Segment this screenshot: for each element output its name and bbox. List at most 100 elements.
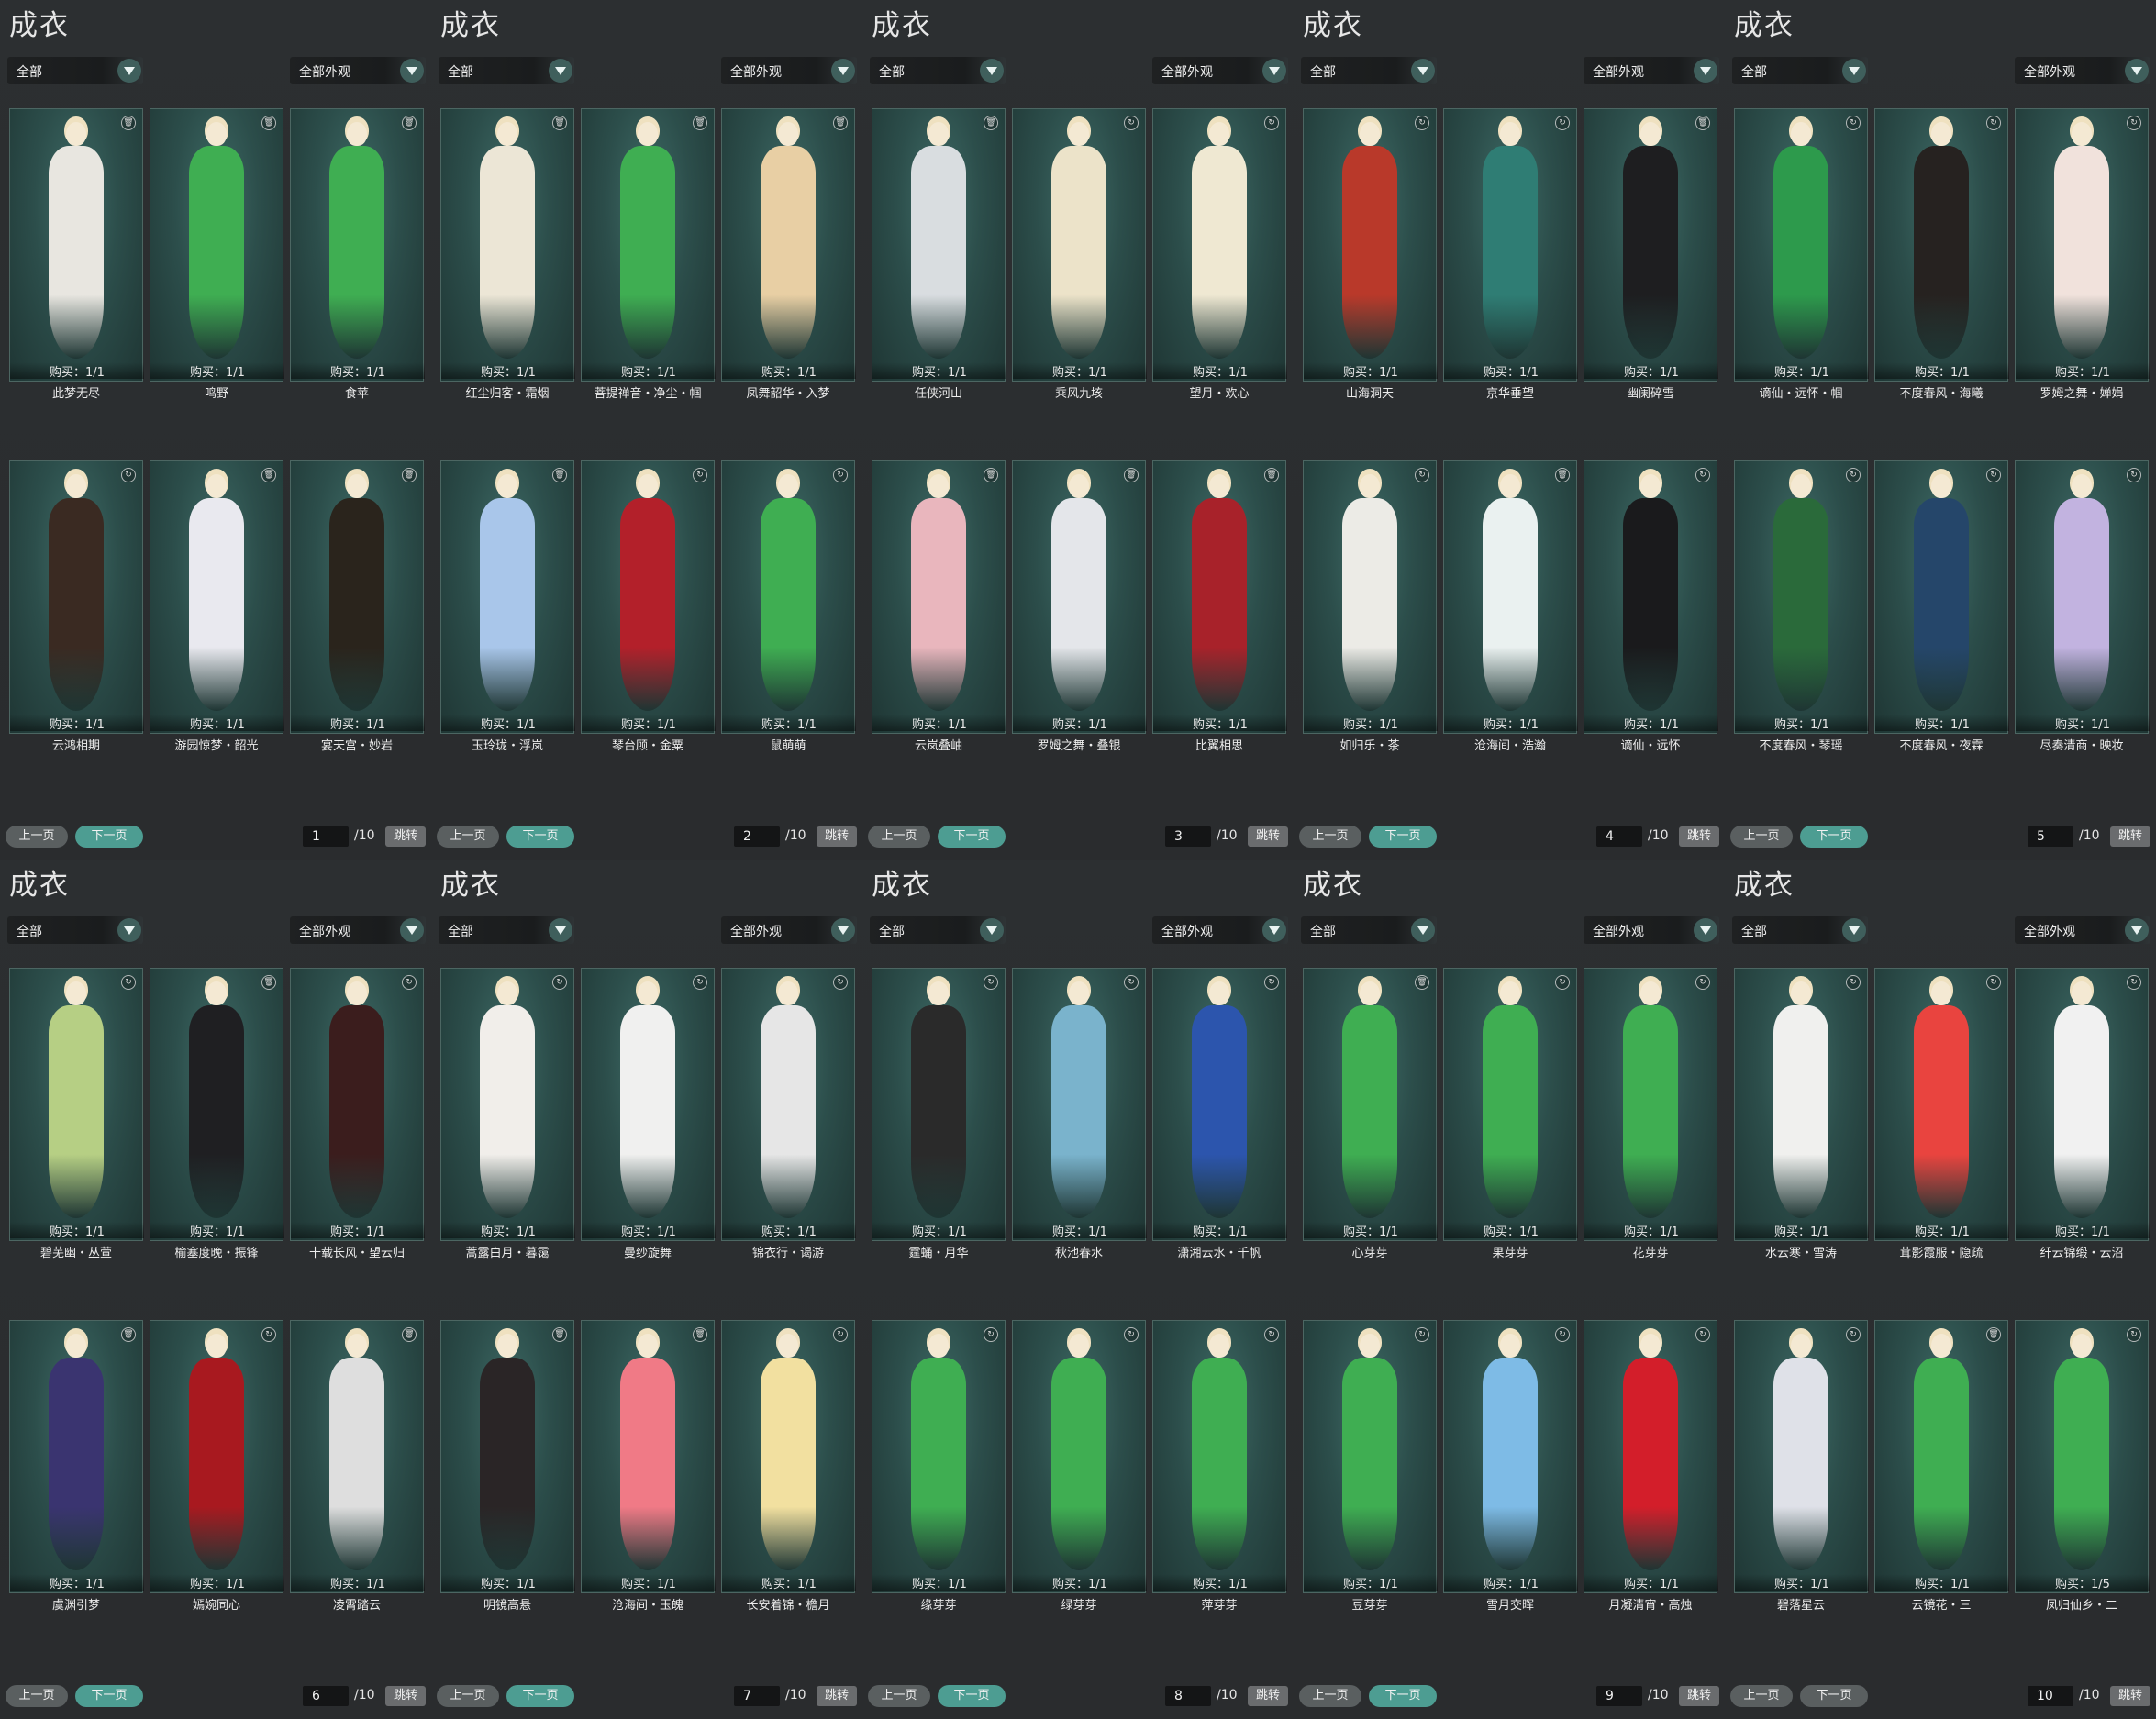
next-page-button[interactable]: 下一页 — [938, 826, 1006, 848]
refresh-icon[interactable]: ↻ — [2127, 1327, 2141, 1342]
page-number-input[interactable]: 4 — [1596, 826, 1642, 847]
refresh-icon[interactable]: ↻ — [1124, 1327, 1139, 1342]
category-dropdown[interactable]: 全部 — [7, 916, 143, 944]
trash-icon[interactable]: 🗑 — [984, 468, 998, 482]
page-number-input[interactable]: 7 — [734, 1686, 780, 1706]
outfit-card[interactable]: ↻ 购买：1/1 绿芽芽 — [1012, 1320, 1147, 1613]
refresh-icon[interactable]: ↻ — [1264, 116, 1279, 130]
outfit-thumbnail[interactable]: 🗑 购买：1/1 — [1152, 460, 1287, 734]
jump-button[interactable]: 跳转 — [2110, 826, 2150, 847]
refresh-icon[interactable]: ↻ — [833, 468, 848, 482]
refresh-icon[interactable]: ↻ — [1124, 116, 1139, 130]
chevron-down-icon[interactable] — [980, 918, 1004, 942]
outfit-card[interactable]: ↻ 购买：1/1 茸影霞服・隐疏 — [1874, 968, 2009, 1260]
refresh-icon[interactable]: ↻ — [833, 975, 848, 990]
category-dropdown[interactable]: 全部 — [870, 916, 1006, 944]
prev-page-button[interactable]: 上一页 — [868, 826, 930, 848]
refresh-icon[interactable]: ↻ — [1264, 975, 1279, 990]
chevron-down-icon[interactable] — [117, 59, 141, 83]
outfit-thumbnail[interactable]: ↻ 购买：1/1 — [872, 1320, 1006, 1593]
page-number-input[interactable]: 10 — [2028, 1686, 2073, 1706]
prev-page-button[interactable]: 上一页 — [868, 1685, 930, 1707]
outfit-thumbnail[interactable]: ↻ 购买：1/1 — [721, 968, 856, 1241]
outfit-card[interactable]: 🗑 购买：1/1 比翼相思 — [1152, 460, 1287, 753]
category-dropdown[interactable]: 全部 — [1732, 916, 1868, 944]
prev-page-button[interactable]: 上一页 — [6, 826, 68, 848]
outfit-card[interactable]: ↻ 购买：1/1 豆芽芽 — [1303, 1320, 1438, 1613]
chevron-down-icon[interactable] — [1262, 918, 1286, 942]
prev-page-button[interactable]: 上一页 — [1299, 1685, 1361, 1707]
trash-icon[interactable]: 🗑 — [833, 116, 848, 130]
outfit-card[interactable]: ↻ 购买：1/1 萍芽芽 — [1152, 1320, 1287, 1613]
outfit-card[interactable]: ↻ 购买：1/1 京华垂望 — [1443, 108, 1578, 401]
chevron-down-icon[interactable] — [549, 918, 572, 942]
chevron-down-icon[interactable] — [1411, 59, 1435, 83]
outfit-card[interactable]: 🗑 购买：1/1 幽阑碎雪 — [1584, 108, 1718, 401]
outfit-card[interactable]: 🗑 购买：1/1 宴天宫・妙岩 — [290, 460, 425, 753]
next-page-button[interactable]: 下一页 — [938, 1685, 1006, 1707]
trash-icon[interactable]: 🗑 — [261, 468, 276, 482]
outfit-card[interactable]: ↻ 购买：1/1 缘芽芽 — [872, 1320, 1006, 1613]
outfit-thumbnail[interactable]: ↻ 购买：1/1 — [1874, 108, 2009, 382]
prev-page-button[interactable]: 上一页 — [1299, 826, 1361, 848]
outfit-thumbnail[interactable]: ↻ 购买：1/1 — [721, 460, 856, 734]
outfit-card[interactable]: ↻ 购买：1/1 山海洞天 — [1303, 108, 1438, 401]
refresh-icon[interactable]: ↻ — [1986, 975, 2001, 990]
outfit-card[interactable]: 🗑 购买：1/1 虞渊引梦 — [9, 1320, 144, 1613]
outfit-card[interactable]: ↻ 购买：1/1 谪仙・远怀・帼 — [1734, 108, 1869, 401]
outfit-thumbnail[interactable]: ↻ 购买：1/1 — [1734, 108, 1869, 382]
refresh-icon[interactable]: ↻ — [1264, 1327, 1279, 1342]
outfit-thumbnail[interactable]: ↻ 购买：1/1 — [440, 968, 575, 1241]
refresh-icon[interactable]: ↻ — [693, 975, 707, 990]
trash-icon[interactable]: 🗑 — [261, 975, 276, 990]
outfit-thumbnail[interactable]: ↻ 购买：1/1 — [1734, 460, 1869, 734]
next-page-button[interactable]: 下一页 — [1800, 1685, 1868, 1707]
outfit-thumbnail[interactable]: ↻ 购买：1/1 — [581, 968, 716, 1241]
outfit-thumbnail[interactable]: ↻ 购买：1/1 — [1152, 1320, 1287, 1593]
outfit-thumbnail[interactable]: 🗑 购买：1/1 — [1443, 460, 1578, 734]
refresh-icon[interactable]: ↻ — [1986, 116, 2001, 130]
prev-page-button[interactable]: 上一页 — [437, 1685, 499, 1707]
outfit-card[interactable]: ↻ 购买：1/1 如归乐・茶 — [1303, 460, 1438, 753]
outfit-thumbnail[interactable]: ↻ 购买：1/1 — [721, 1320, 856, 1593]
chevron-down-icon[interactable] — [1694, 59, 1717, 83]
outfit-thumbnail[interactable]: ↻ 购买：1/1 — [1874, 968, 2009, 1241]
appearance-dropdown[interactable]: 全部外观 — [2015, 916, 2150, 944]
outfit-card[interactable]: 🗑 购买：1/1 鸣野 — [150, 108, 284, 401]
chevron-down-icon[interactable] — [400, 59, 424, 83]
page-number-input[interactable]: 3 — [1165, 826, 1211, 847]
trash-icon[interactable]: 🗑 — [402, 1327, 417, 1342]
outfit-card[interactable]: 🗑 购买：1/1 沧海间・玉魄 — [581, 1320, 716, 1613]
appearance-dropdown[interactable]: 全部外观 — [1152, 57, 1288, 84]
prev-page-button[interactable]: 上一页 — [6, 1685, 68, 1707]
outfit-thumbnail[interactable]: 🗑 购买：1/1 — [1012, 460, 1147, 734]
outfit-thumbnail[interactable]: 🗑 购买：1/1 — [721, 108, 856, 382]
refresh-icon[interactable]: ↻ — [1415, 116, 1429, 130]
next-page-button[interactable]: 下一页 — [506, 1685, 574, 1707]
outfit-thumbnail[interactable]: ↻ 购买：1/1 — [1584, 968, 1718, 1241]
appearance-dropdown[interactable]: 全部外观 — [1584, 916, 1719, 944]
outfit-thumbnail[interactable]: 🗑 购买：1/1 — [150, 968, 284, 1241]
outfit-thumbnail[interactable]: ↻ 购买：1/1 — [1012, 108, 1147, 382]
trash-icon[interactable]: 🗑 — [693, 1327, 707, 1342]
page-number-input[interactable]: 6 — [303, 1686, 349, 1706]
outfit-thumbnail[interactable]: ↻ 购买：1/1 — [9, 460, 144, 734]
outfit-card[interactable]: ↻ 购买：1/1 不度春风・夜霖 — [1874, 460, 2009, 753]
chevron-down-icon[interactable] — [1842, 59, 1866, 83]
jump-button[interactable]: 跳转 — [385, 826, 426, 847]
trash-icon[interactable]: 🗑 — [552, 468, 567, 482]
trash-icon[interactable]: 🗑 — [693, 116, 707, 130]
refresh-icon[interactable]: ↻ — [1695, 975, 1710, 990]
refresh-icon[interactable]: ↻ — [984, 975, 998, 990]
outfit-card[interactable]: ↻ 购买：1/1 不度春风・海曦 — [1874, 108, 2009, 401]
outfit-thumbnail[interactable]: ↻ 购买：1/1 — [872, 968, 1006, 1241]
chevron-down-icon[interactable] — [117, 918, 141, 942]
outfit-thumbnail[interactable]: ↻ 购买：1/1 — [1152, 108, 1287, 382]
outfit-thumbnail[interactable]: ↻ 购买：1/1 — [1584, 460, 1718, 734]
outfit-card[interactable]: 🗑 购买：1/1 云镜花・三 — [1874, 1320, 2009, 1613]
trash-icon[interactable]: 🗑 — [402, 116, 417, 130]
outfit-thumbnail[interactable]: ↻ 购买：1/1 — [1443, 1320, 1578, 1593]
outfit-card[interactable]: ↻ 购买：1/1 嫣婉同心 — [150, 1320, 284, 1613]
outfit-card[interactable]: ↻ 购买：1/1 十载长风・望云归 — [290, 968, 425, 1260]
refresh-icon[interactable]: ↻ — [121, 468, 136, 482]
